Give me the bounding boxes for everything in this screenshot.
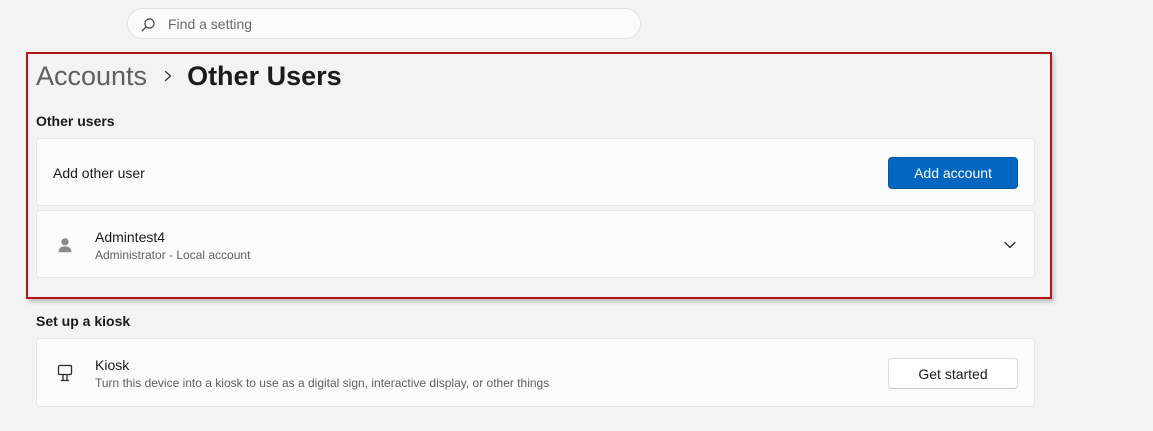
section-title-other-users: Other users <box>36 113 115 129</box>
settings-search-box[interactable] <box>127 8 641 39</box>
chevron-right-icon <box>153 58 183 94</box>
section-title-kiosk: Set up a kiosk <box>36 313 131 329</box>
user-row-admintest4[interactable]: Admintest4 Administrator - Local account <box>36 210 1035 278</box>
user-account-type: Administrator - Local account <box>95 248 251 262</box>
kiosk-icon <box>57 364 73 382</box>
user-name: Admintest4 <box>95 229 166 245</box>
kiosk-name: Kiosk <box>95 357 130 373</box>
user-info: Admintest4 Administrator - Local account <box>95 228 250 263</box>
add-other-user-label: Add other user <box>53 165 145 181</box>
chevron-down-icon[interactable] <box>1002 237 1018 253</box>
breadcrumb: Accounts Other Users <box>36 58 342 94</box>
add-other-user-row: Add other user Add account <box>36 138 1035 206</box>
add-account-button[interactable]: Add account <box>888 157 1018 189</box>
kiosk-info: Kiosk Turn this device into a kiosk to u… <box>95 356 549 391</box>
kiosk-row: Kiosk Turn this device into a kiosk to u… <box>36 338 1035 407</box>
get-started-button[interactable]: Get started <box>888 358 1018 389</box>
search-icon <box>141 18 155 32</box>
page-title: Other Users <box>187 60 342 91</box>
search-input[interactable] <box>168 9 628 38</box>
breadcrumb-accounts-link[interactable]: Accounts <box>36 61 147 92</box>
kiosk-description: Turn this device into a kiosk to use as … <box>95 376 550 390</box>
user-avatar-icon <box>58 238 72 253</box>
